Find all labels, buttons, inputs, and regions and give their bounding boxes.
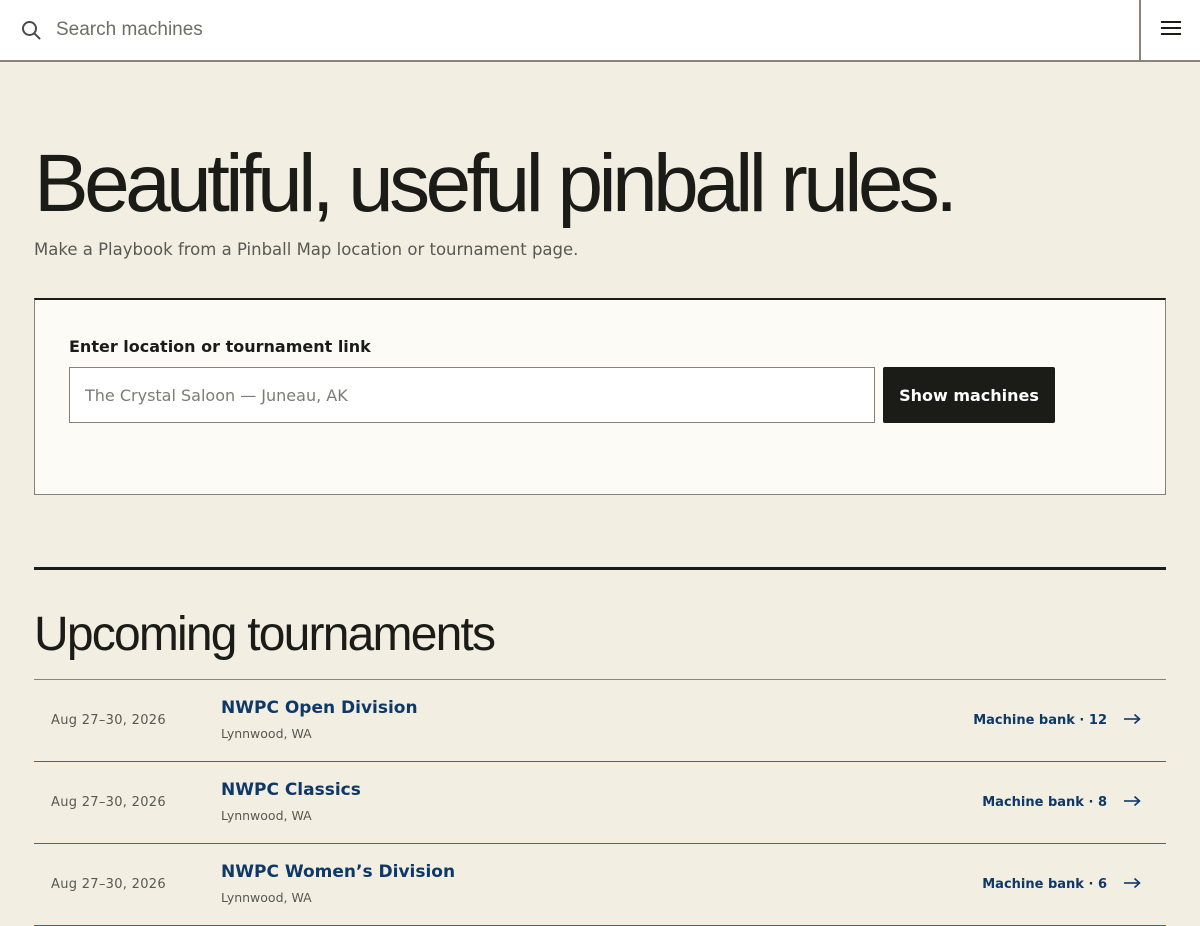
tournament-name-link[interactable]: NWPC Women’s Division [221, 862, 455, 882]
tournament-row[interactable]: Aug 27–30, 2026 NWPC Women’s Division Ly… [34, 844, 1166, 926]
machine-bank-link[interactable]: Machine bank · 6 [982, 877, 1107, 892]
top-bar [0, 0, 1200, 62]
hero-subtitle: Make a Playbook from a Pinball Map locat… [34, 240, 579, 259]
location-form-card: Enter location or tournament link Show m… [34, 298, 1166, 495]
tournament-row[interactable]: Aug 27–30, 2026 NWPC Classics Lynnwood, … [34, 762, 1166, 844]
tournament-list: Aug 27–30, 2026 NWPC Open Division Lynnw… [34, 679, 1166, 926]
hamburger-menu-icon [1160, 20, 1182, 41]
menu-button[interactable] [1139, 0, 1200, 60]
tournament-location: Lynnwood, WA [221, 890, 312, 905]
arrow-right-icon[interactable] [1123, 794, 1141, 808]
tournament-location: Lynnwood, WA [221, 808, 312, 823]
search-bar [0, 0, 1139, 60]
location-input[interactable] [69, 367, 875, 423]
arrow-right-icon[interactable] [1123, 876, 1141, 890]
tournament-name-link[interactable]: NWPC Open Division [221, 698, 418, 718]
tournament-date: Aug 27–30, 2026 [51, 877, 166, 892]
machine-bank-link[interactable]: Machine bank · 8 [982, 795, 1107, 810]
show-machines-button[interactable]: Show machines [883, 367, 1055, 423]
search-input[interactable] [56, 10, 956, 50]
location-field-label: Enter location or tournament link [69, 337, 371, 356]
section-heading-tournaments: Upcoming tournaments [34, 608, 496, 661]
tournament-date: Aug 27–30, 2026 [51, 795, 166, 810]
search-icon[interactable] [20, 19, 42, 41]
tournament-name-link[interactable]: NWPC Classics [221, 780, 361, 800]
tournament-row[interactable]: Aug 27–30, 2026 NWPC Open Division Lynnw… [34, 680, 1166, 762]
hero-title: Beautiful, useful pinball rules. [34, 138, 958, 229]
section-divider [34, 567, 1166, 570]
machine-bank-link[interactable]: Machine bank · 12 [973, 713, 1107, 728]
tournament-date: Aug 27–30, 2026 [51, 713, 166, 728]
tournament-location: Lynnwood, WA [221, 726, 312, 741]
arrow-right-icon[interactable] [1123, 712, 1141, 726]
